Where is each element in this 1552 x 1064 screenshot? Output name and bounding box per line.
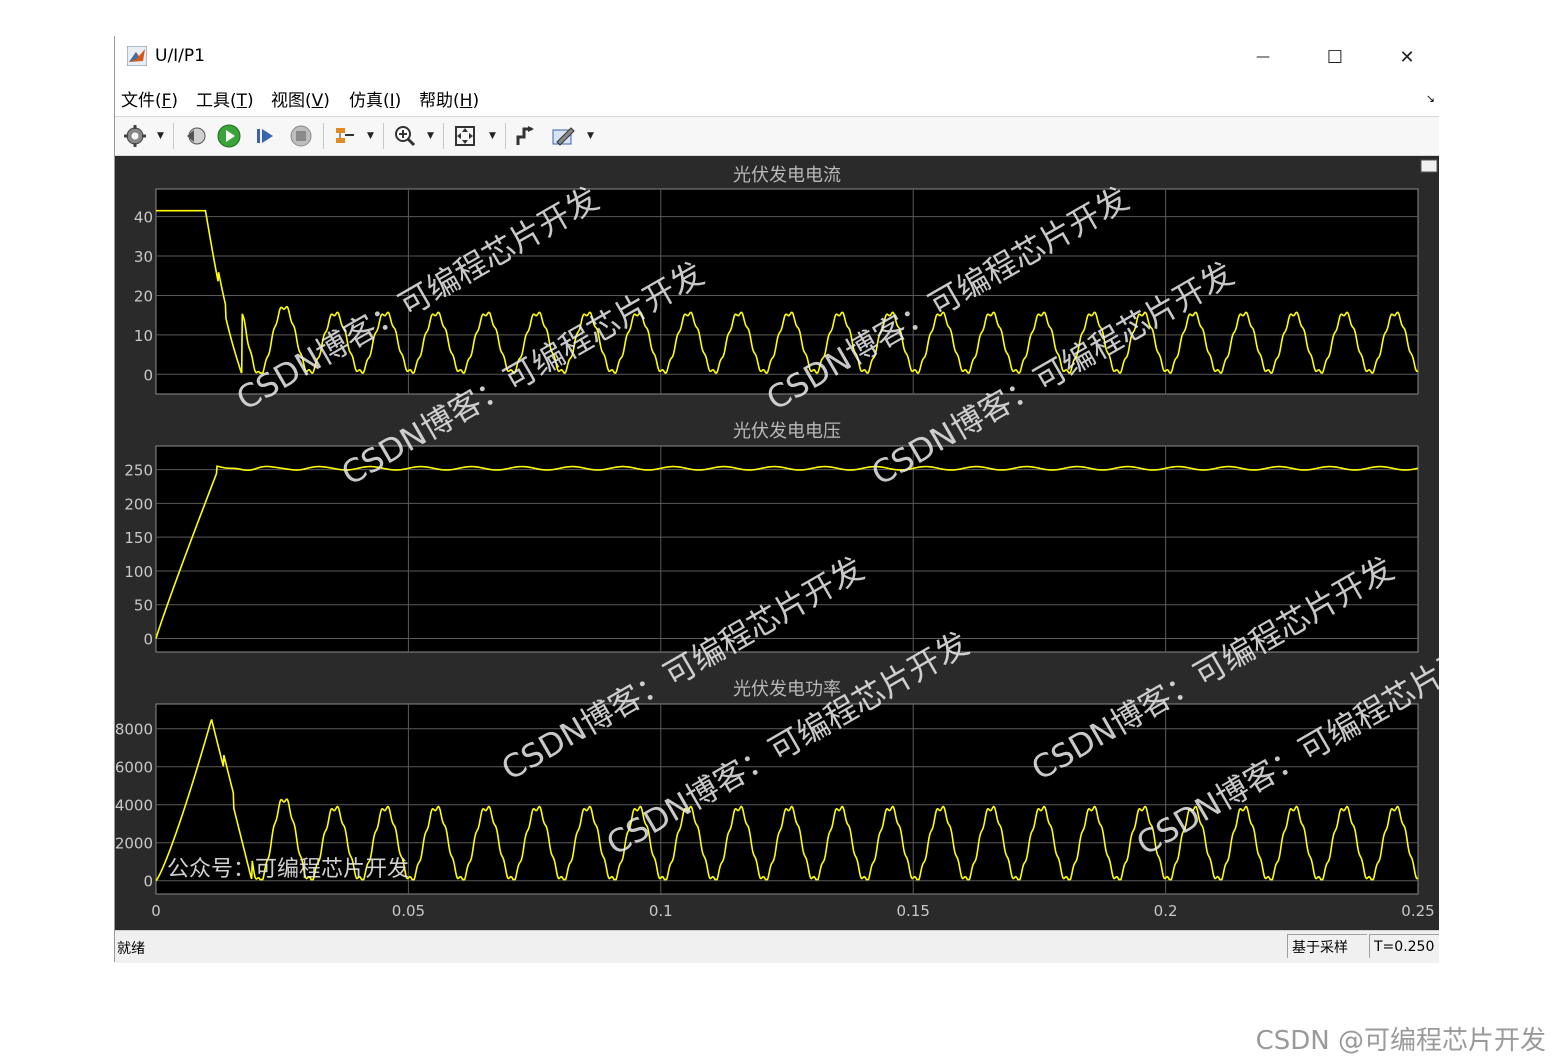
- style-dropdown-icon[interactable]: ▼: [587, 131, 594, 141]
- x-tick-label: 0.05: [392, 902, 425, 920]
- maximize-icon: ☐: [1326, 46, 1344, 68]
- x-tick-label: 0: [151, 902, 161, 920]
- x-tick-label: 0.1: [649, 902, 673, 920]
- signal-selector-icon: [336, 128, 354, 143]
- sim-time-label: T=0.250: [1369, 934, 1439, 958]
- y-tick-label: 200: [124, 495, 153, 513]
- run-icon: [217, 124, 241, 148]
- plot-title: 光伏发电功率: [733, 679, 841, 700]
- y-tick-label: 250: [124, 462, 153, 480]
- y-tick-label: 100: [124, 563, 153, 581]
- toolbar-separator: [443, 123, 444, 149]
- plot-title: 光伏发电电压: [733, 421, 841, 442]
- step-back-icon: [187, 127, 206, 145]
- y-tick-label: 50: [134, 597, 153, 615]
- y-tick-label: 20: [134, 287, 153, 305]
- menu-tools[interactable]: 工具(T): [196, 86, 254, 111]
- matlab-icon: [127, 46, 147, 66]
- step-forward-icon: [257, 129, 273, 143]
- run-button[interactable]: [215, 122, 243, 150]
- x-tick-label: 0.15: [896, 902, 929, 920]
- maximize-button[interactable]: ☐: [1315, 42, 1355, 72]
- y-tick-label: 6000: [115, 759, 153, 777]
- cursor-measure-button[interactable]: [511, 122, 539, 150]
- x-tick-label: 0.2: [1154, 902, 1178, 920]
- cursor-measure-icon: [516, 126, 534, 145]
- fit-dropdown-icon[interactable]: ▼: [489, 131, 496, 141]
- y-tick-label: 40: [134, 209, 153, 227]
- y-tick-label: 30: [134, 248, 153, 266]
- stop-button[interactable]: [287, 122, 315, 150]
- settings-dropdown-icon[interactable]: ▼: [157, 131, 164, 141]
- scope-window: U/I/P1 — ☐ ✕ 文件(F) 工具(T) 视图(V) 仿真(I) 帮助(…: [114, 36, 1505, 963]
- toolbar-toggle-icon[interactable]: ↘: [1426, 92, 1435, 105]
- menu-bar: 文件(F) 工具(T) 视图(V) 仿真(I) 帮助(H) ↘: [115, 82, 1439, 111]
- scope-display: 40 30 20 10 0 光伏发电电流 250 200 150 100 50 0 光伏发电电压 8000…: [115, 156, 1505, 930]
- minimize-button[interactable]: —: [1243, 42, 1283, 72]
- window-title: U/I/P1: [155, 46, 205, 66]
- close-button[interactable]: ✕: [1387, 42, 1427, 72]
- gzh-watermark: 公众号：可编程芯片开发: [167, 857, 409, 882]
- zoom-dropdown-icon[interactable]: ▼: [427, 131, 434, 141]
- x-tick-label: 0.25: [1401, 902, 1434, 920]
- scope-plots[interactable]: 403020100光伏发电电流250200150100500光伏发电电压8000…: [115, 156, 1505, 930]
- sample-mode-label: 基于采样: [1287, 934, 1367, 958]
- y-tick-label: 2000: [115, 835, 153, 853]
- y-tick-label: 10: [134, 327, 153, 345]
- footer-watermark: CSDN @可编程芯片开发: [1255, 1026, 1546, 1056]
- signal-dropdown-icon[interactable]: ▼: [367, 131, 374, 141]
- menu-simulation[interactable]: 仿真(I): [349, 86, 401, 111]
- y-tick-label: 8000: [115, 721, 153, 739]
- zoom-in-button[interactable]: [391, 122, 419, 150]
- signal-selector-button[interactable]: [331, 122, 359, 150]
- toolbar-separator: [323, 123, 324, 149]
- step-forward-button[interactable]: [251, 122, 279, 150]
- stop-icon: [290, 125, 312, 147]
- zoom-in-icon: [395, 126, 416, 147]
- toolbar-separator: [173, 123, 174, 149]
- status-text: 就绪: [117, 941, 145, 957]
- toolbar-separator: [383, 123, 384, 149]
- toolbar: ▼ ▼ ▼ ▼ ▼: [115, 116, 1439, 156]
- y-tick-label: 4000: [115, 797, 153, 815]
- gear-icon: [124, 125, 146, 147]
- y-tick-label: 0: [143, 873, 153, 891]
- menu-view[interactable]: 视图(V): [271, 86, 330, 111]
- menu-help[interactable]: 帮助(H): [419, 86, 479, 111]
- style-button[interactable]: [549, 122, 577, 150]
- y-tick-label: 0: [143, 630, 153, 648]
- toolbar-separator: [505, 123, 506, 149]
- title-bar: U/I/P1 — ☐ ✕: [115, 36, 1439, 78]
- settings-button[interactable]: [121, 122, 149, 150]
- close-icon: ✕: [1399, 46, 1415, 68]
- style-icon: [552, 127, 575, 146]
- minimize-icon: —: [1256, 49, 1270, 65]
- legend-toggle-icon: [1420, 159, 1438, 173]
- fit-view-button[interactable]: [451, 122, 479, 150]
- step-back-button[interactable]: [181, 122, 209, 150]
- menu-file[interactable]: 文件(F): [121, 86, 178, 111]
- plot-title: 光伏发电电流: [733, 165, 841, 186]
- status-bar: 就绪 基于采样 T=0.250: [115, 930, 1439, 963]
- y-tick-label: 0: [143, 366, 153, 384]
- y-tick-label: 150: [124, 529, 153, 547]
- fit-view-icon: [455, 126, 475, 146]
